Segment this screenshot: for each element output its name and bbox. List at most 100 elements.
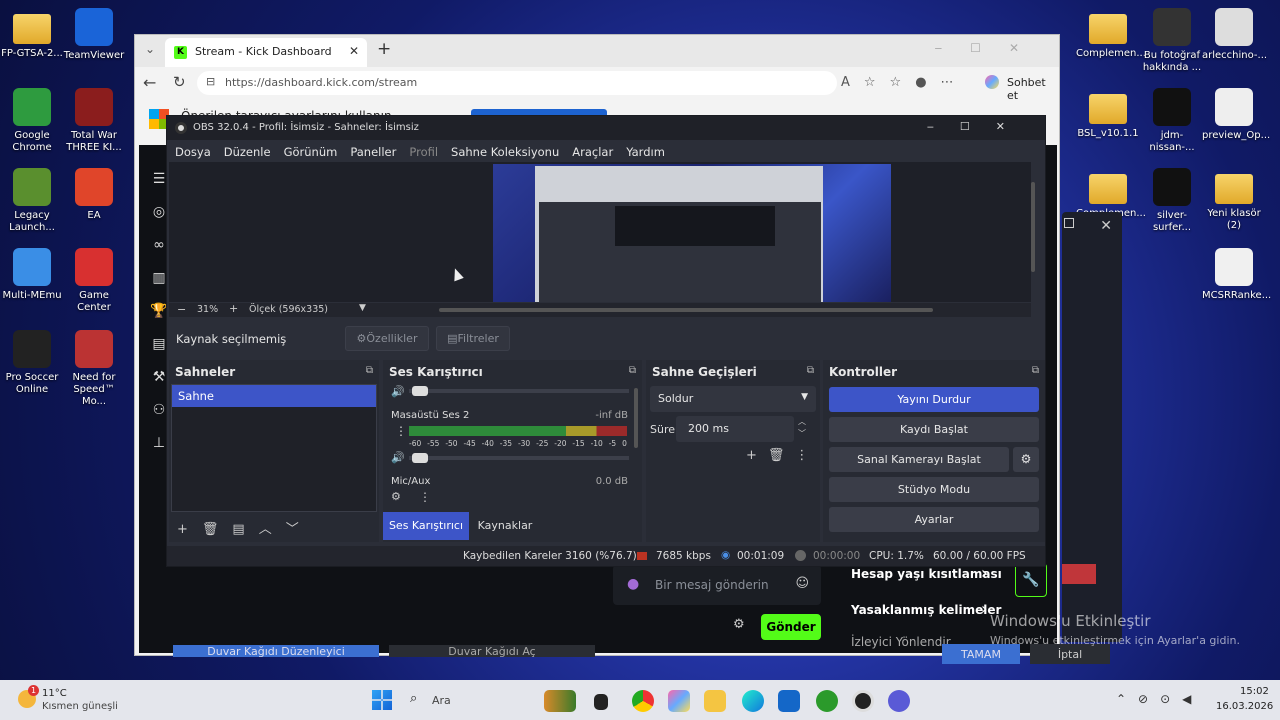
menu-item[interactable]: Sahne Koleksiyonu (451, 145, 559, 161)
desktop-icon[interactable]: Complemen... (1076, 8, 1146, 60)
start-recording-button[interactable]: Kaydı Başlat (829, 417, 1039, 442)
desktop-icon[interactable]: Legacy Launch... (0, 168, 64, 234)
kebab-icon[interactable]: ⋮ (395, 424, 407, 438)
desktop-icon[interactable]: FP-GTSA-2... (0, 8, 64, 60)
preview-scrollbar[interactable] (1031, 182, 1035, 272)
filter-icon[interactable]: ▤ (232, 522, 258, 537)
advanced-audio-icon[interactable]: ⚙ (391, 490, 401, 503)
search-box[interactable]: ⌕ Ara (404, 688, 554, 712)
menu-item[interactable]: Dosya (175, 145, 211, 161)
menu-item[interactable]: Araçlar (572, 145, 613, 161)
tray-icons[interactable]: ⌃⊘⊙◀ (1116, 692, 1203, 706)
zoom-in-icon[interactable]: + (229, 302, 238, 315)
desktop-icon[interactable]: Total War THREE KI... (62, 88, 126, 154)
slider-handle[interactable] (412, 453, 428, 463)
task-view-icon[interactable] (594, 694, 608, 710)
kebab-icon[interactable]: ⋮ (795, 448, 819, 463)
back-icon[interactable]: ← (143, 73, 156, 92)
weather-widget[interactable]: 1 11°C Kısmen güneşli (18, 685, 118, 716)
file-explorer-icon[interactable] (704, 690, 726, 712)
chrome-icon[interactable] (632, 690, 654, 712)
dock-float-icon[interactable]: ⧉ (807, 365, 814, 376)
desktop-icon[interactable]: preview_Op... (1202, 88, 1270, 142)
send-button[interactable]: Gönder (761, 614, 821, 640)
mixer-scrollbar[interactable] (634, 388, 638, 448)
browser-tab[interactable]: K Stream - Kick Dashboard ✕ (165, 38, 367, 67)
maximize-icon[interactable] (1064, 218, 1074, 228)
wrench-button[interactable]: 🔧 (1015, 563, 1047, 597)
trash-icon[interactable]: 🗑 (202, 522, 233, 537)
menu-item[interactable]: Düzenle (224, 145, 271, 161)
red-button[interactable] (1062, 564, 1096, 584)
desktop-icon[interactable]: EA (62, 168, 126, 222)
edge-icon[interactable] (742, 690, 764, 712)
izleyici-item[interactable]: İzleyici Yönlendir (851, 635, 951, 649)
duvar-button-2[interactable]: Duvar Kağıdı Aç (389, 645, 595, 657)
speaker-icon[interactable]: 🔊 (391, 385, 405, 398)
slider-handle[interactable] (412, 386, 428, 396)
chat-settings-icon[interactable]: ⚙ (733, 617, 745, 632)
dock-float-icon[interactable]: ⧉ (366, 365, 373, 376)
vcam-settings-icon[interactable]: ⚙ (1013, 447, 1039, 472)
copilot-icon[interactable] (985, 75, 999, 89)
dock-float-icon[interactable]: ⧉ (1032, 365, 1039, 376)
desktop-icon[interactable]: Multi-MEmu (0, 248, 64, 302)
yasak-item[interactable]: Yasaklanmış kelimeler (851, 603, 1001, 617)
transition-select[interactable]: Soldur ▼ (650, 386, 816, 412)
stepper-arrows[interactable]: ︿ ﹀ (798, 416, 806, 440)
new-tab-icon[interactable]: + (377, 39, 391, 59)
tab-mixer[interactable]: Ses Karıştırıcı (383, 512, 469, 540)
desktop-icon[interactable]: arlecchino-... (1202, 8, 1267, 62)
outlook-icon[interactable] (778, 690, 800, 712)
volume-slider[interactable] (409, 453, 629, 463)
menu-item[interactable]: Yardım (626, 145, 665, 161)
desktop-icon[interactable]: MCSRRanke... (1202, 248, 1271, 302)
scale-select[interactable]: Ölçek (596x335) (249, 304, 328, 315)
obs-taskbar-icon[interactable] (852, 690, 874, 712)
dock-float-icon[interactable]: ⧉ (629, 365, 636, 376)
address-bar[interactable]: ⊟ https://dashboard.kick.com/stream (197, 71, 837, 95)
duration-stepper[interactable]: 200 ms (676, 416, 794, 442)
desktop-icon[interactable]: Pro Soccer Online (0, 330, 64, 396)
zoom-out-icon[interactable]: − (177, 303, 186, 316)
chevron-down-icon[interactable]: ▼ (359, 303, 366, 313)
tab-sources[interactable]: Kaynaklar (469, 512, 541, 540)
copilot-icon[interactable] (668, 690, 690, 712)
desktop-icon[interactable]: Game Center (62, 248, 126, 314)
menu-item[interactable]: Paneller (350, 145, 396, 161)
duvar-button-1[interactable]: Duvar Kağıdı Düzenleyici (173, 645, 379, 657)
add-icon[interactable]: + (746, 448, 768, 463)
close-icon[interactable]: ✕ (1100, 218, 1112, 234)
tab-close-icon[interactable]: ✕ (349, 44, 359, 58)
scene-item[interactable]: Sahne (172, 385, 376, 407)
sohbet-button[interactable]: Sohbet et (1007, 76, 1059, 102)
properties-button[interactable]: ⚙Özellikler (345, 326, 429, 351)
studio-mode-button[interactable]: Stüdyo Modu (829, 477, 1039, 502)
desktop-icon[interactable]: jdm-nissan-... (1140, 88, 1204, 154)
settings-button[interactable]: Ayarlar (829, 507, 1039, 532)
desktop-icon[interactable]: silver-surfer... (1140, 168, 1204, 234)
tab-list-icon[interactable]: ⌄ (145, 42, 155, 56)
emoji-icon[interactable]: ☺ (795, 576, 809, 591)
tamam-button[interactable]: TAMAM (942, 644, 1020, 664)
speaker-icon[interactable]: 🔊 (391, 451, 405, 464)
hesap-item[interactable]: Hesap yaşı kısıtlaması (851, 567, 1002, 581)
trash-icon[interactable]: 🗑 (768, 448, 796, 463)
chevron-down-icon[interactable]: ﹀ (286, 522, 313, 537)
volume-slider[interactable] (409, 386, 629, 396)
iptal-button[interactable]: İptal (1030, 644, 1110, 664)
desktop-icon[interactable]: Need for Speed™ Mo... (62, 330, 126, 408)
kebab-icon[interactable]: ⋮ (419, 490, 431, 504)
menu-item[interactable]: Profil (409, 145, 438, 161)
desktop-icon[interactable]: TeamViewer (62, 8, 126, 62)
filters-button[interactable]: ▤Filtreler (436, 326, 510, 351)
horizontal-scrollbar[interactable] (439, 308, 933, 312)
add-icon[interactable]: + (177, 522, 202, 537)
desktop-icon[interactable]: Google Chrome (0, 88, 64, 154)
site-info-icon[interactable]: ⊟ (206, 75, 215, 88)
menu-item[interactable]: Görünüm (284, 145, 338, 161)
taskbar-thumbnail-icon[interactable] (544, 690, 576, 712)
desktop-icon[interactable]: BSL_v10.1.1 (1076, 88, 1140, 140)
app-taskbar-icon[interactable] (888, 690, 910, 712)
reload-icon[interactable]: ↻ (173, 73, 186, 91)
